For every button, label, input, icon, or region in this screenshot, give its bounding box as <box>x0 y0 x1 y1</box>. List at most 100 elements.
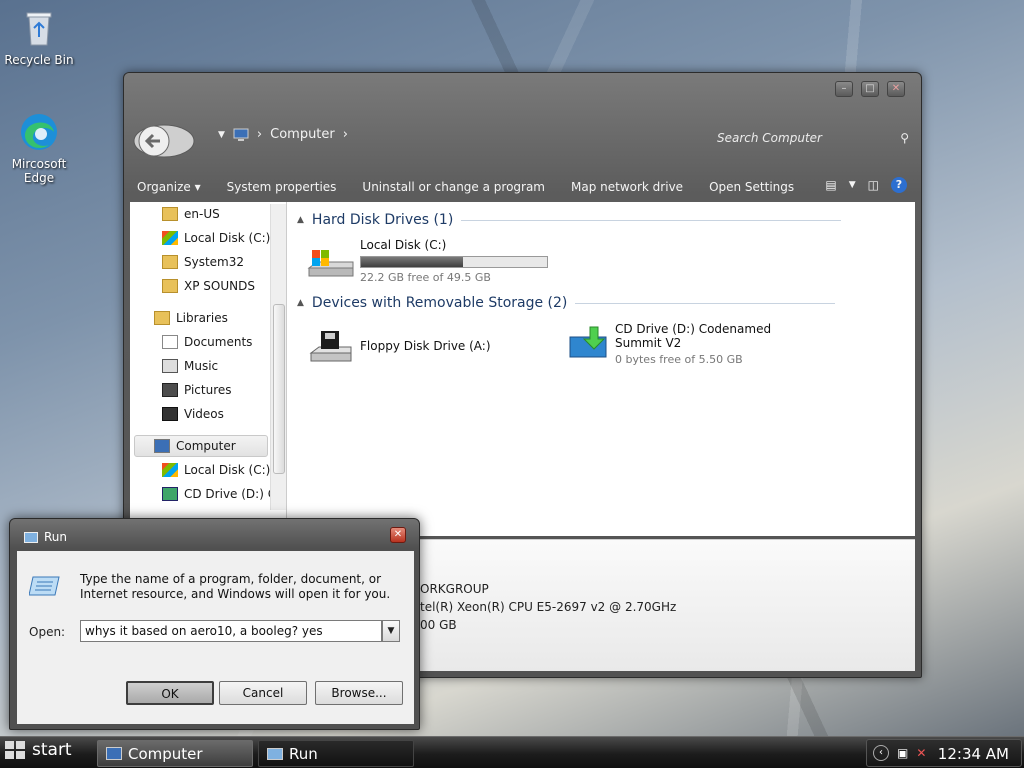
clock[interactable]: 12:34 AM <box>938 745 1009 763</box>
run-message: Type the name of a program, folder, docu… <box>80 572 391 601</box>
minimize-button[interactable]: – <box>835 81 853 97</box>
drive-icon <box>162 463 178 477</box>
nav-item-libraries[interactable]: Libraries <box>154 308 228 328</box>
address-bar[interactable]: ▼ › Computer › <box>218 127 348 142</box>
browse-button[interactable]: Browse... <box>315 681 403 705</box>
computer-icon <box>233 128 249 141</box>
start-label: start <box>32 740 72 760</box>
search-input[interactable]: Search Computer <box>717 131 822 145</box>
nav-item-cd-drive[interactable]: CD Drive (D:) Co <box>162 484 283 504</box>
help-icon[interactable]: ? <box>891 177 907 193</box>
chevron-right-icon[interactable]: › <box>343 127 348 142</box>
cd-drive-free-space: 0 bytes free of 5.50 GB <box>615 353 743 366</box>
chevron-right-icon: › <box>256 127 263 142</box>
desktop-icon-label: Mircosoft Edge <box>11 157 67 185</box>
cd-drive-icon <box>569 326 607 358</box>
drive-usage-bar <box>360 256 548 268</box>
floppy-drive-icon <box>309 331 352 362</box>
details-processor: tel(R) Xeon(R) CPU E5-2697 v2 @ 2.70GHz <box>420 600 677 614</box>
close-button[interactable]: ✕ <box>887 81 905 97</box>
library-icon <box>154 311 170 325</box>
run-title: Run <box>44 530 68 544</box>
nav-item-system32[interactable]: System32 <box>162 252 244 272</box>
taskbar-button-computer[interactable]: Computer <box>97 740 253 767</box>
taskbar: start Computer Run ‹ ▣ ✕ 12:34 AM <box>0 736 1024 768</box>
cd-drive-icon <box>162 487 178 501</box>
open-settings-button[interactable]: Open Settings <box>696 180 807 194</box>
run-command-input[interactable] <box>80 620 382 642</box>
drive-name: Local Disk (C:) <box>360 238 447 252</box>
nav-item-music[interactable]: Music <box>162 356 218 376</box>
search-icon[interactable]: ⚲ <box>900 131 909 145</box>
network-icon[interactable]: ▣ <box>897 746 908 760</box>
documents-icon <box>162 335 178 349</box>
nav-scrollbar[interactable] <box>270 204 286 510</box>
windows-logo-icon <box>5 741 25 759</box>
chevron-down-icon[interactable]: ▼ <box>218 130 225 140</box>
map-network-drive-button[interactable]: Map network drive <box>558 180 696 194</box>
address-location[interactable]: Computer <box>270 127 335 142</box>
run-program-icon <box>29 576 60 596</box>
computer-icon <box>106 747 122 760</box>
cancel-button[interactable]: Cancel <box>219 681 307 705</box>
run-dialog[interactable]: Run ✕ Type the name of a program, folder… <box>9 518 420 730</box>
run-program-icon <box>267 747 283 760</box>
nav-item-computer[interactable]: Computer <box>154 436 236 456</box>
nav-item-xp-sounds[interactable]: XP SOUNDS <box>162 276 255 296</box>
pictures-icon <box>162 383 178 397</box>
drive-free-space: 22.2 GB free of 49.5 GB <box>360 271 491 284</box>
window-controls: – □ ✕ <box>835 81 905 97</box>
run-title-icon <box>24 531 38 543</box>
chevron-down-icon[interactable]: ▼ <box>849 180 856 190</box>
organize-button[interactable]: Organize ▾ <box>124 180 214 194</box>
run-title-bar[interactable]: Run <box>24 530 67 544</box>
search-box[interactable]: Search Computer ⚲ <box>709 125 913 151</box>
group-header-removable[interactable]: ▲ Devices with Removable Storage (2) <box>297 295 836 311</box>
nav-scrollbar-thumb[interactable] <box>273 304 285 474</box>
desktop-icon-recycle-bin[interactable]: Recycle Bin <box>1 8 77 67</box>
run-close-button[interactable]: ✕ <box>390 527 406 543</box>
folder-icon <box>162 255 178 269</box>
run-body: Type the name of a program, folder, docu… <box>17 551 414 724</box>
start-button[interactable]: start <box>4 740 72 760</box>
nav-item-en-us[interactable]: en-US <box>162 204 220 224</box>
taskbar-button-run[interactable]: Run <box>258 740 414 767</box>
videos-icon <box>162 407 178 421</box>
nav-item-local-disk-c[interactable]: Local Disk (C:) <box>162 460 270 480</box>
maximize-button[interactable]: □ <box>861 81 879 97</box>
view-options-icon[interactable]: ▤ <box>825 178 836 192</box>
folder-icon <box>162 207 178 221</box>
details-workgroup: ORKGROUP <box>420 582 489 596</box>
nav-item-documents[interactable]: Documents <box>162 332 252 352</box>
hard-drive-icon <box>307 250 354 277</box>
system-properties-button[interactable]: System properties <box>214 180 350 194</box>
navigation-pane[interactable]: en-US Local Disk (C:) System32 XP SOUNDS… <box>130 202 287 521</box>
run-history-dropdown[interactable]: ▼ <box>382 620 400 642</box>
drive-icon <box>162 231 178 245</box>
volume-muted-icon[interactable]: ✕ <box>916 746 926 760</box>
show-hidden-icons-icon[interactable]: ‹ <box>873 745 889 761</box>
group-header-hard-disk[interactable]: ▲ Hard Disk Drives (1) <box>297 212 842 228</box>
drive-usage-fill <box>361 257 464 267</box>
desktop-icon-label: Recycle Bin <box>4 53 74 67</box>
music-icon <box>162 359 178 373</box>
system-tray: ‹ ▣ ✕ 12:34 AM <box>866 739 1022 767</box>
nav-item-local-disk[interactable]: Local Disk (C:) <box>162 228 270 248</box>
run-open-label: Open: <box>29 625 66 639</box>
preview-pane-icon[interactable]: ◫ <box>868 178 879 192</box>
cd-drive-name: CD Drive (D:) Codenamed Summit V2 <box>615 322 772 350</box>
uninstall-program-button[interactable]: Uninstall or change a program <box>349 180 558 194</box>
edge-icon <box>21 114 57 150</box>
back-button[interactable] <box>132 119 196 163</box>
command-bar: Organize ▾ System properties Uninstall o… <box>124 173 921 201</box>
computer-icon <box>154 439 170 453</box>
nav-item-pictures[interactable]: Pictures <box>162 380 232 400</box>
collapse-icon[interactable]: ▲ <box>297 298 304 308</box>
recycle-bin-icon <box>26 12 52 46</box>
content-pane[interactable]: ▲ Hard Disk Drives (1) Local Disk (C:) 2… <box>287 202 915 536</box>
ok-button[interactable]: OK <box>126 681 214 705</box>
floppy-drive-name: Floppy Disk Drive (A:) <box>360 339 491 353</box>
desktop-icon-edge[interactable]: Mircosoft Edge <box>1 112 77 185</box>
nav-item-videos[interactable]: Videos <box>162 404 224 424</box>
collapse-icon[interactable]: ▲ <box>297 215 304 225</box>
